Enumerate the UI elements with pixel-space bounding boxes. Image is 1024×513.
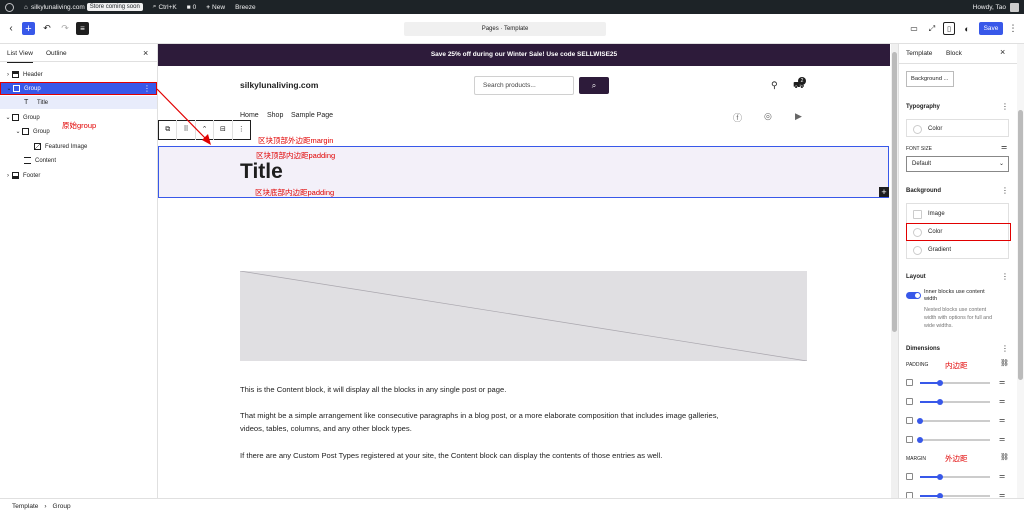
layout-options-icon[interactable]: ⋮ [1001,272,1009,281]
chevron-right-icon: › [44,502,47,510]
background-options: Image Color Gradient [906,203,1011,259]
tab-template[interactable]: Template [906,50,932,57]
custom-size-icon[interactable]: ⚌ [1001,143,1007,151]
layout-help-line: Nested blocks use content [924,307,987,313]
layout-help-line: width with options for full and [924,315,993,321]
breadcrumb: Template › Group [0,498,1024,513]
custom-value-icon[interactable]: ⚌ [999,491,1005,498]
background-options-icon[interactable]: ⋮ [1001,186,1009,195]
spacing-slider[interactable] [920,474,990,480]
annotation-padding: 内边距 [945,361,968,370]
typography-heading: Typography [906,104,940,110]
unlink-sides-icon[interactable]: ⛓ [1000,453,1009,461]
custom-value-icon[interactable]: ⚌ [999,472,1005,480]
slider-thumb[interactable] [917,437,923,443]
side-icon [906,398,913,405]
color-swatch-icon [913,227,922,237]
slider-thumb[interactable] [917,418,923,424]
text-color-control[interactable]: Color [906,119,1009,137]
side-icon [906,473,913,480]
slider-thumb[interactable] [936,380,943,386]
layout-help-line: wide widths. [924,323,953,329]
background-button[interactable]: Background ... [906,71,954,87]
spacing-slider[interactable] [920,399,990,405]
dimensions-heading: Dimensions [906,346,941,352]
settings-scrollbar[interactable] [1017,44,1024,498]
dimensions-options-icon[interactable]: ⋮ [1001,344,1009,353]
settings-tabs: Template Block × [899,44,1024,64]
gradient-icon [913,245,922,255]
typography-options-icon[interactable]: ⋮ [1001,102,1009,111]
content-width-toggle[interactable] [906,292,921,299]
chevron-down-icon: ⌄ [998,161,1004,167]
tab-block[interactable]: Block [946,50,962,57]
padding-label: PADDING [906,362,929,368]
spacing-slider[interactable] [920,380,990,386]
slider-thumb[interactable] [936,474,943,480]
scrollbar-thumb[interactable] [892,52,897,332]
breadcrumb-group[interactable]: Group [53,503,71,510]
side-icon [906,436,913,443]
image-icon [913,209,922,219]
spacing-slider[interactable] [920,493,990,498]
bg-option-image[interactable]: Image [907,205,1010,223]
scrollbar-thumb[interactable] [1018,110,1023,380]
color-swatch-icon [913,124,922,134]
background-heading: Background [906,188,942,194]
annotation-margin: 外边距 [945,454,968,463]
custom-value-icon[interactable]: ⚌ [999,416,1005,424]
layout-heading: Layout [906,274,926,280]
close-icon[interactable]: × [1000,47,1005,57]
settings-panel: Template Block × Background ... Typograp… [898,44,1024,498]
custom-value-icon[interactable]: ⚌ [999,397,1005,405]
side-icon [906,379,913,386]
spacing-slider[interactable] [917,437,990,443]
font-size-select[interactable]: Default ⌄ [906,156,1009,172]
custom-value-icon[interactable]: ⚌ [999,435,1005,443]
spacing-slider[interactable] [917,418,990,424]
annotation-arrow [156,88,211,145]
canvas-scrollbar[interactable] [891,44,898,498]
margin-label: MARGIN [906,456,926,462]
bg-option-gradient[interactable]: Gradient [907,241,1010,259]
breadcrumb-template[interactable]: Template [12,503,38,510]
bg-option-color[interactable]: Color [906,223,1011,241]
unlink-sides-icon[interactable]: ⛓ [1000,359,1009,367]
toggle-label: Inner blocks use content width [924,289,985,302]
side-icon [906,417,913,424]
font-size-label: FONT SIZE [906,146,933,152]
custom-value-icon[interactable]: ⚌ [999,378,1005,386]
slider-thumb[interactable] [936,399,943,405]
